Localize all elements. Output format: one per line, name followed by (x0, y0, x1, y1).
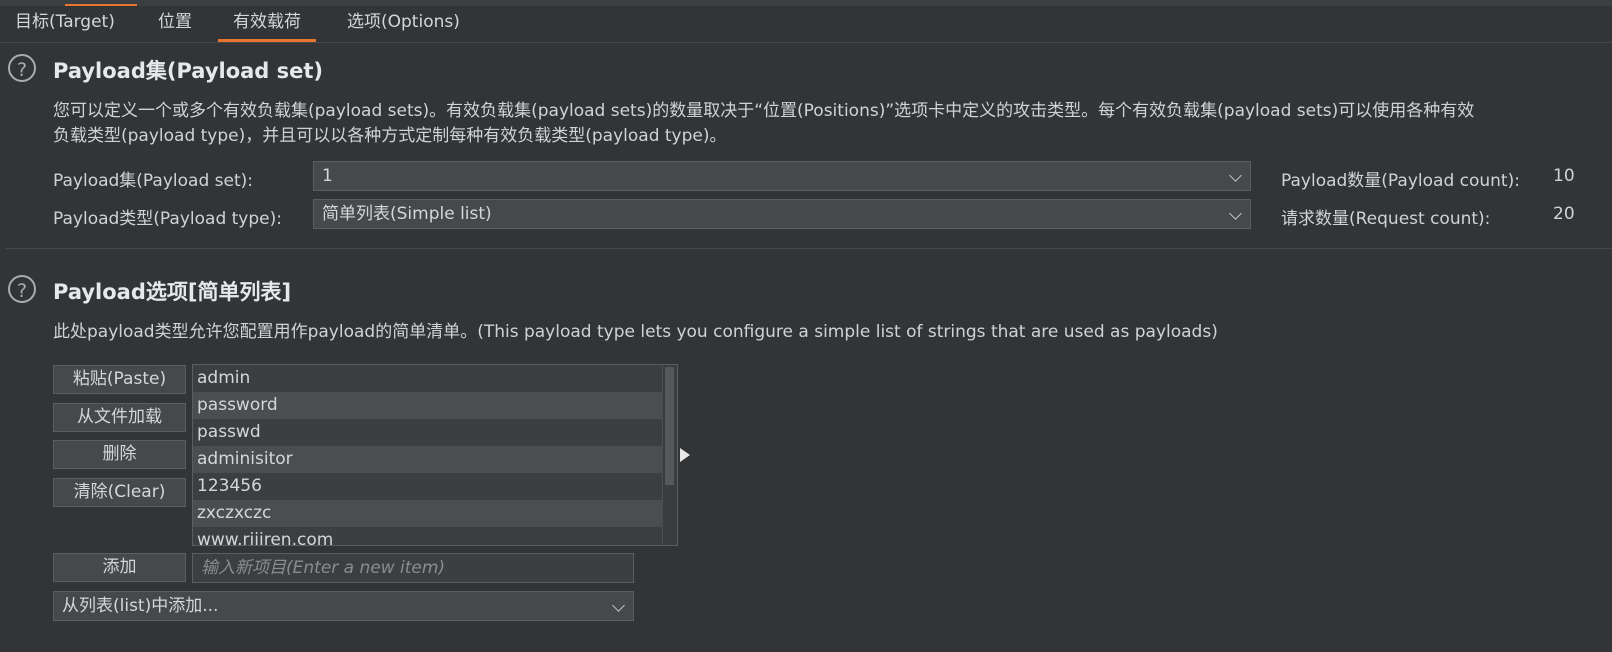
remove-button[interactable]: 删除 (53, 440, 186, 469)
paste-button[interactable]: 粘贴(Paste) (53, 365, 186, 394)
request-count-label: 请求数量(Request count): (1281, 209, 1491, 229)
payload-set-label: Payload集(Payload set): (53, 171, 253, 191)
list-item[interactable]: passwd (193, 419, 663, 446)
payload-set-title: Payload集(Payload set) (53, 59, 324, 83)
tab-bar: 目标(Target) 位置 有效载荷 选项(Options) (0, 6, 1612, 43)
payload-set-description-line-1: 您可以定义一个或多个有效负载集(payload sets)。有效负载集(payl… (53, 101, 1475, 121)
help-icon[interactable]: ? (8, 275, 36, 303)
add-from-list-select[interactable]: 从列表(list)中添加... (53, 591, 634, 621)
list-item[interactable]: admin (193, 365, 663, 392)
tab-options[interactable]: 选项(Options) (347, 10, 460, 38)
chevron-down-icon (1229, 169, 1242, 182)
list-item[interactable]: www.rijiren.com (193, 527, 663, 545)
tab-payloads[interactable]: 有效载荷 (218, 10, 316, 42)
intruder-payloads-panel: 目标(Target) 位置 有效载荷 选项(Options) ? Payload… (0, 0, 1612, 652)
help-icon[interactable]: ? (8, 54, 36, 82)
chevron-down-icon (1229, 207, 1242, 220)
payload-set-description-line-2: 负载类型(payload type)，并且可以以各种方式定制每种有效负载类型(p… (53, 126, 727, 146)
scrollbar-thumb[interactable] (665, 367, 674, 485)
add-button[interactable]: 添加 (53, 553, 186, 582)
payload-type-select[interactable]: 简单列表(Simple list) (313, 199, 1251, 229)
payload-count-label: Payload数量(Payload count): (1281, 171, 1520, 191)
tab-target[interactable]: 目标(Target) (15, 10, 115, 38)
new-item-input[interactable] (192, 553, 634, 583)
payload-options-title: Payload选项[简单列表] (53, 280, 292, 304)
payload-set-select[interactable]: 1 (313, 161, 1251, 191)
tab-positions[interactable]: 位置 (158, 10, 192, 38)
payload-list[interactable]: admin password passwd adminisitor 123456… (192, 364, 678, 546)
list-scrollbar[interactable] (662, 365, 677, 545)
payload-type-label: Payload类型(Payload type): (53, 209, 282, 229)
chevron-down-icon (612, 599, 625, 612)
payload-options-description: 此处payload类型允许您配置用作payload的简单清单。(This pay… (53, 322, 1218, 342)
list-item[interactable]: adminisitor (193, 446, 663, 473)
list-item[interactable]: zxczxczc (193, 500, 663, 527)
payload-count-value: 10 (1553, 166, 1575, 186)
payload-type-value: 简单列表(Simple list) (322, 204, 492, 224)
section-divider (6, 248, 1612, 249)
list-item[interactable]: 123456 (193, 473, 663, 500)
load-button[interactable]: 从文件加载 (53, 403, 186, 432)
list-item[interactable]: password (193, 392, 663, 419)
mouse-cursor-icon (680, 448, 690, 462)
request-count-value: 20 (1553, 204, 1575, 224)
clear-button[interactable]: 清除(Clear) (53, 478, 186, 507)
payload-set-value: 1 (322, 166, 333, 186)
add-from-list-value: 从列表(list)中添加... (62, 596, 219, 616)
